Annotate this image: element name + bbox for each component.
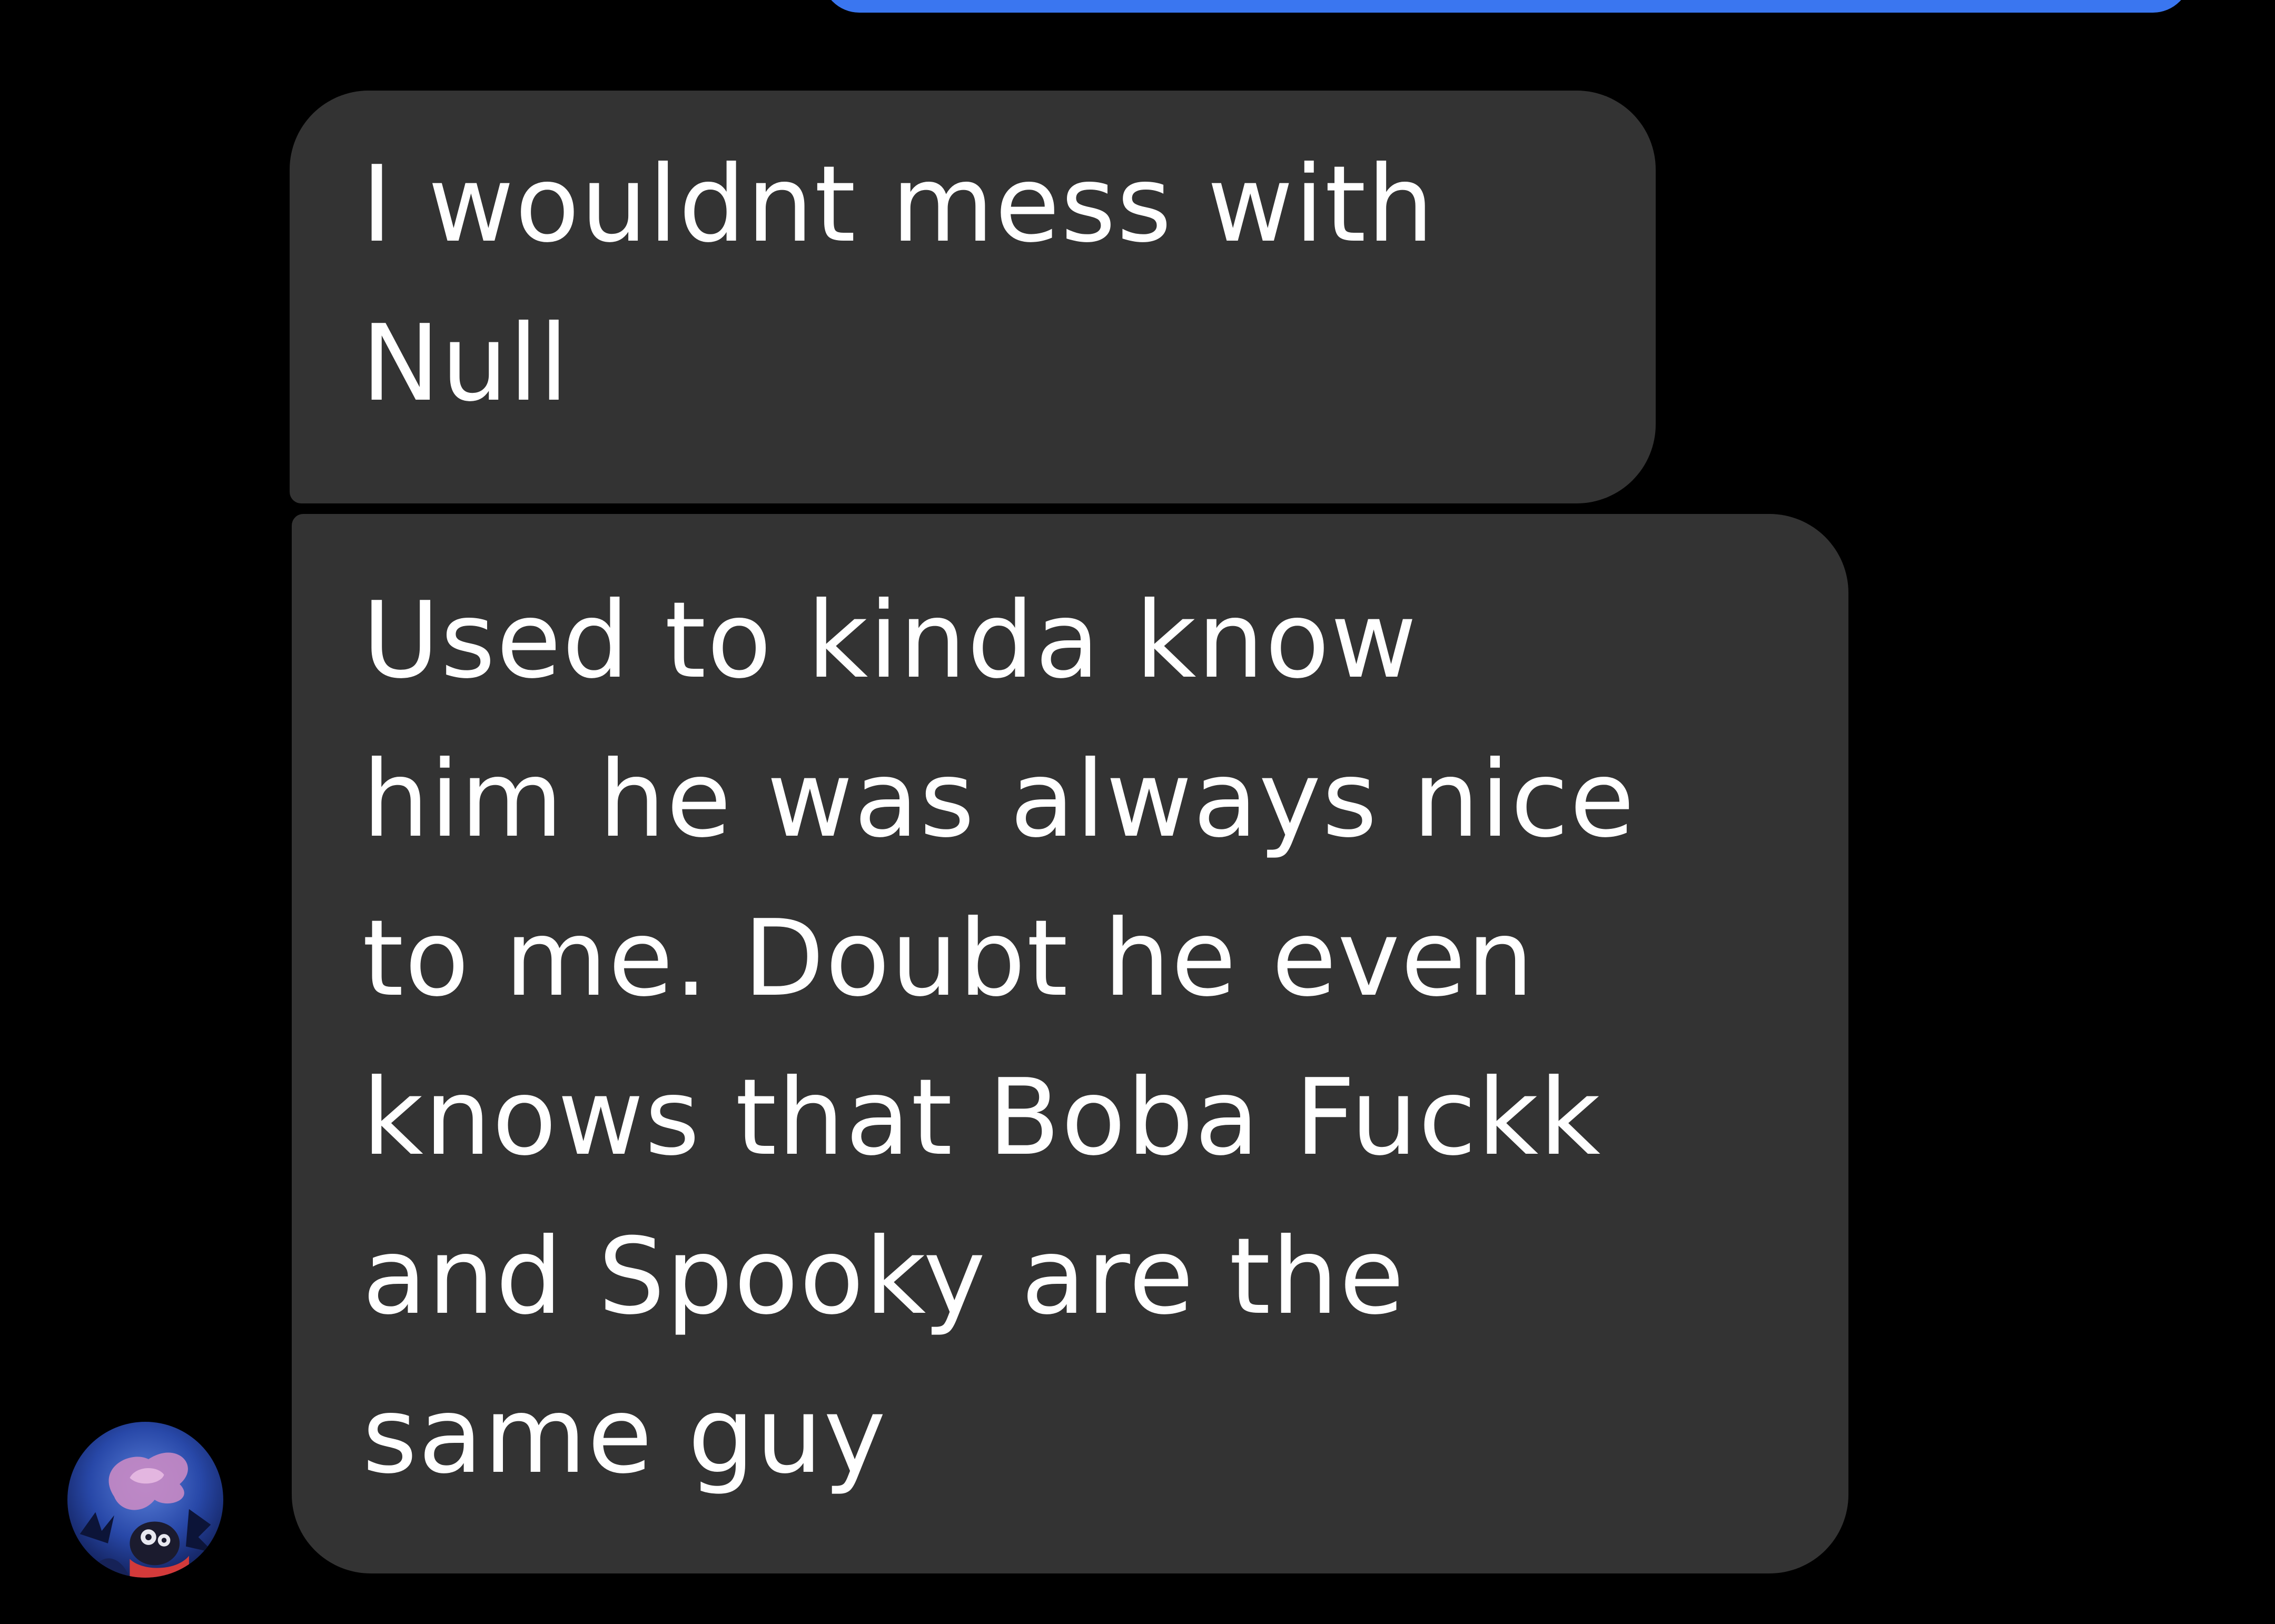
contact-avatar[interactable] (67, 1422, 223, 1578)
message-text: Used to kinda know him he was always nic… (362, 579, 1636, 1497)
avatar-image-icon (67, 1422, 223, 1578)
message-text: I wouldnt mess with Null (361, 143, 1435, 425)
incoming-message-bubble[interactable]: I wouldnt mess with Null (290, 91, 1656, 503)
outgoing-message-bubble[interactable] (822, 0, 2191, 13)
conversation-view: I wouldnt mess with Null Used to kinda k… (0, 0, 2275, 1624)
incoming-message-bubble[interactable]: Used to kinda know him he was always nic… (292, 514, 1848, 1573)
